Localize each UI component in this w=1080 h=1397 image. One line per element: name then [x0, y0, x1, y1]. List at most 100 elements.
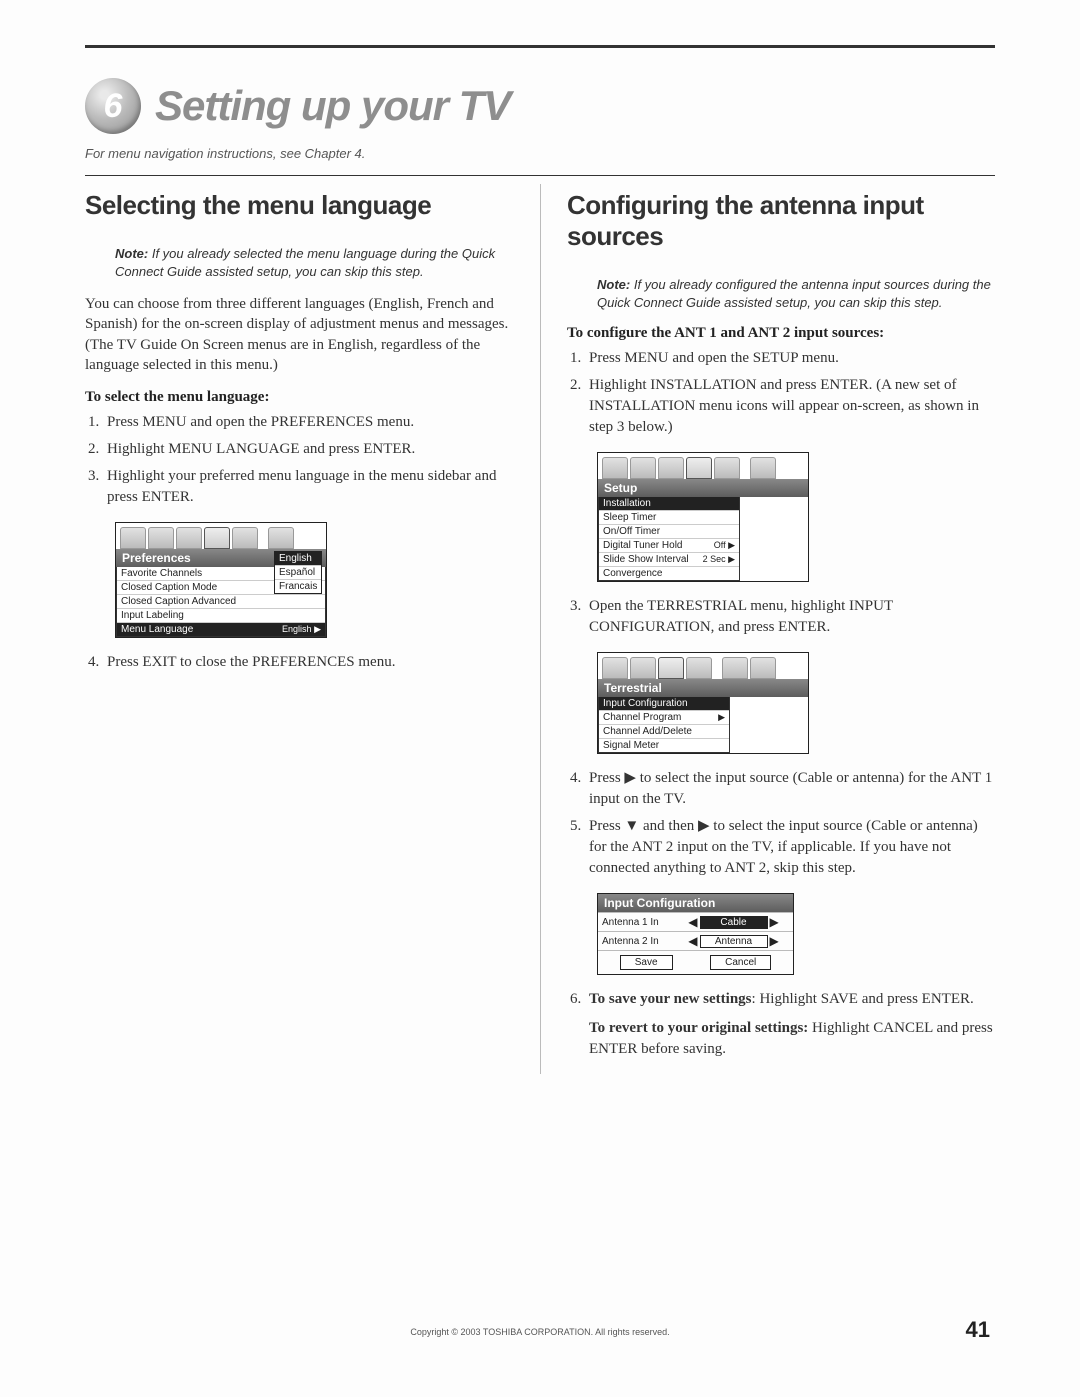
setup-menu-body: Installation Sleep Timer On/Off Timer Di… — [598, 497, 740, 581]
left-subhead: To select the menu language: — [85, 389, 514, 406]
menu-tabs — [598, 453, 808, 479]
step6-tail: : Highlight SAVE and press ENTER. — [752, 991, 974, 1007]
right-steps-4-5: Press ▶ to select the input source (Cabl… — [585, 768, 995, 879]
setup-menu-title: Setup — [598, 479, 808, 497]
tab-icon — [232, 527, 258, 549]
menu-row-value: English ▶ — [282, 624, 321, 635]
cfg-row-value: ◀ Antenna ▶ — [678, 934, 789, 948]
tab-icon — [686, 657, 712, 679]
menu-row-label: Installation — [603, 498, 651, 509]
cancel-button: Cancel — [710, 955, 771, 970]
cfg-value-box: Cable — [700, 916, 768, 929]
right-note: Note: If you already configured the ante… — [597, 276, 995, 311]
note-text: If you already configured the antenna in… — [597, 277, 991, 310]
tab-icon-active — [686, 457, 712, 479]
cfg-button-row: Save Cancel — [598, 950, 793, 974]
right-subhead: To configure the ANT 1 and ANT 2 input s… — [567, 325, 995, 342]
tab-icon — [176, 527, 202, 549]
right-step-1: Press MENU and open the SETUP menu. — [585, 348, 995, 369]
preferences-menu-screenshot: Preferences Favorite Channels Closed Cap… — [115, 522, 327, 638]
right-step-2: Highlight INSTALLATION and press ENTER. … — [585, 375, 995, 438]
menu-row: Sleep Timer — [599, 510, 739, 524]
save-button: Save — [620, 955, 673, 970]
left-step-2: Highlight MENU LANGUAGE and press ENTER. — [103, 439, 514, 460]
menu-row-label: Input Labeling — [121, 610, 184, 621]
tab-icon — [148, 527, 174, 549]
left-intro: You can choose from three different lang… — [85, 294, 514, 375]
popup-option-selected: English — [275, 552, 321, 565]
menu-row: Signal Meter — [599, 738, 729, 752]
menu-row: Closed Caption Advanced — [117, 594, 325, 608]
menu-row-value: ▶ — [718, 712, 725, 723]
page-content: 6 Setting up your TV For menu navigation… — [85, 45, 995, 1397]
menu-tabs — [116, 523, 326, 549]
menu-row-value: Off ▶ — [714, 540, 735, 551]
menu-row: On/Off Timer — [599, 524, 739, 538]
terrestrial-menu-title: Terrestrial — [598, 679, 808, 697]
cfg-row-value: ◀ Cable ▶ — [678, 915, 789, 929]
tab-icon — [602, 457, 628, 479]
menu-row: Channel Program ▶ — [599, 710, 729, 724]
menu-row-highlighted: Installation — [599, 497, 739, 510]
right-steps-1-2: Press MENU and open the SETUP menu. High… — [585, 348, 995, 438]
menu-row-label: Channel Program — [603, 712, 681, 723]
right-heading: Configuring the antenna input sources — [567, 190, 995, 252]
input-config-title: Input Configuration — [598, 894, 793, 912]
left-note: Note: If you already selected the menu l… — [115, 245, 514, 280]
left-steps-4: Press EXIT to close the PREFERENCES menu… — [103, 652, 514, 673]
tab-icon — [630, 657, 656, 679]
menu-row: Channel Add/Delete — [599, 724, 729, 738]
note-label: Note: — [115, 246, 148, 261]
tab-icon-active — [658, 657, 684, 679]
cfg-row-label: Antenna 2 In — [602, 936, 674, 947]
right-column: Configuring the antenna input sources No… — [540, 184, 995, 1074]
note-text: If you already selected the menu languag… — [115, 246, 495, 279]
top-rule — [85, 45, 995, 48]
menu-row-label: Digital Tuner Hold — [603, 540, 682, 551]
left-step-1: Press MENU and open the PREFERENCES menu… — [103, 412, 514, 433]
footer-copyright: Copyright © 2003 TOSHIBA CORPORATION. Al… — [85, 1327, 995, 1337]
tab-icon — [120, 527, 146, 549]
left-column: Selecting the menu language Note: If you… — [85, 184, 540, 1074]
cfg-row: Antenna 2 In ◀ Antenna ▶ — [598, 931, 793, 950]
terrestrial-menu-screenshot: Terrestrial Input Configuration Channel … — [597, 652, 809, 754]
menu-row-label: Closed Caption Mode — [121, 582, 217, 593]
tab-icon-active — [204, 527, 230, 549]
left-step-3: Highlight your preferred menu language i… — [103, 466, 514, 508]
right-step-5: Press ▼ and then ▶ to select the input s… — [585, 816, 995, 879]
menu-row-label: On/Off Timer — [603, 526, 660, 537]
right-step-3-text: Open the TERRESTRIAL menu, highlight INP… — [585, 596, 995, 638]
menu-tabs — [598, 653, 808, 679]
tab-icon — [602, 657, 628, 679]
menu-row: Input Labeling — [117, 608, 325, 622]
menu-row-label: Channel Add/Delete — [603, 726, 692, 737]
chapter-header: 6 Setting up your TV — [85, 78, 995, 134]
terrestrial-menu-body: Input Configuration Channel Program ▶ Cha… — [598, 697, 730, 753]
tab-icon — [714, 457, 740, 479]
menu-row-highlighted: Input Configuration — [599, 697, 729, 710]
menu-row-label: Signal Meter — [603, 740, 659, 751]
menu-row-label: Closed Caption Advanced — [121, 596, 236, 607]
page-number: 41 — [966, 1317, 990, 1343]
cfg-row-label: Antenna 1 In — [602, 917, 674, 928]
menu-row-value: 2 Sec ▶ — [703, 554, 735, 565]
menu-row-label: Favorite Channels — [121, 568, 202, 579]
menu-row: Convergence — [599, 566, 739, 580]
menu-row: Slide Show Interval2 Sec ▶ — [599, 552, 739, 566]
popup-option: Español — [275, 565, 321, 579]
cfg-value-box: Antenna — [700, 935, 768, 948]
right-arrow-icon: ▶ — [770, 934, 779, 948]
right-step-3: Open the TERRESTRIAL menu, highlight INP… — [585, 596, 995, 638]
right-step-6-text: To save your new settings: Highlight SAV… — [585, 989, 995, 1060]
chapter-title: Setting up your TV — [155, 82, 510, 130]
tab-icon — [268, 527, 294, 549]
menu-row-label: Input Configuration — [603, 698, 688, 709]
right-step-6: To save your new settings: Highlight SAV… — [585, 989, 995, 1060]
two-column-layout: Selecting the menu language Note: If you… — [85, 184, 995, 1074]
menu-row-label: Sleep Timer — [603, 512, 656, 523]
left-steps-1-3: Press MENU and open the PREFERENCES menu… — [103, 412, 514, 508]
right-arrow-icon: ▶ — [770, 915, 779, 929]
menu-row-label: Menu Language — [121, 624, 193, 635]
menu-row-label: Convergence — [603, 568, 662, 579]
tab-icon — [750, 457, 776, 479]
